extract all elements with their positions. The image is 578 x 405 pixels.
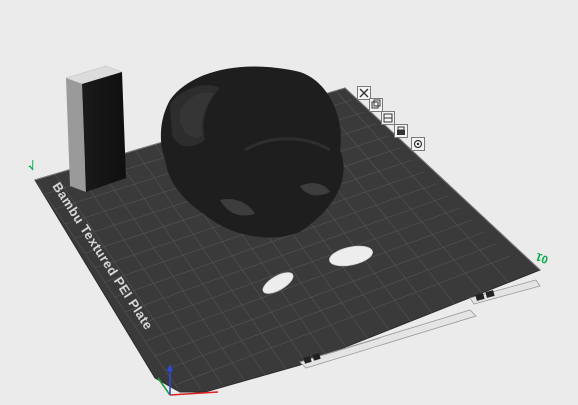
settings-icon [413, 139, 423, 149]
layer-icon [397, 126, 405, 135]
box-object[interactable] [65, 65, 126, 192]
3d-viewport[interactable]: Bambu Textured PEI Plate √ 01 [0, 0, 578, 400]
clone-button[interactable] [369, 98, 383, 112]
clone-icon [371, 99, 381, 109]
scene: Bambu Textured PEI Plate √ 01 [26, 65, 550, 396]
arrange-icon [383, 113, 393, 123]
layer-button[interactable] [394, 124, 408, 138]
settings-button[interactable] [411, 137, 425, 151]
plate-number-marker: 01 [534, 250, 550, 265]
arrange-button[interactable] [381, 111, 395, 125]
plate-left-marker: √ [26, 159, 38, 174]
